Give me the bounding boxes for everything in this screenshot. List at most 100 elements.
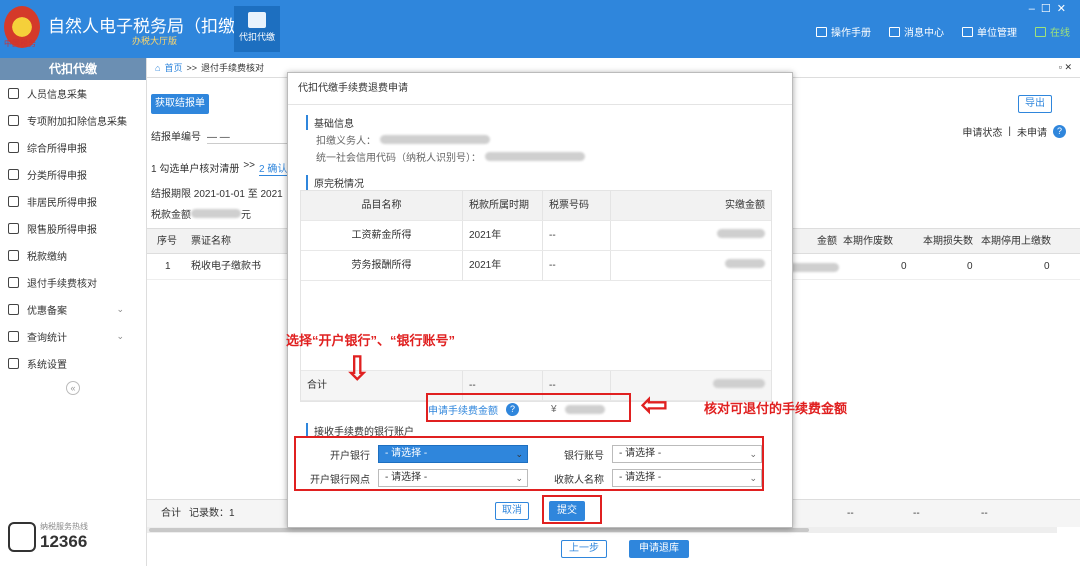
sidebar-item-3[interactable]: 分类所得申报 <box>0 161 146 188</box>
sidebar-item-2[interactable]: 综合所得申报 <box>0 134 146 161</box>
tax-label: 税款金额 <box>151 210 191 221</box>
step-2[interactable]: 2 确认 <box>259 160 288 176</box>
tab-close-icon[interactable]: ▫ ✕ <box>1059 62 1072 73</box>
report-period: 结报期限 2021-01-01 至 2021 <box>151 185 283 200</box>
status-label: 申请状态 <box>962 128 1003 139</box>
chevron-down-icon: ⌄ <box>116 331 124 341</box>
person-outline-icon <box>8 196 19 207</box>
bar-icon <box>8 223 19 234</box>
sidebar-item-label: 人员信息采集 <box>27 90 87 101</box>
dialog-title: 代扣代缴手续费退费申请 <box>288 73 792 105</box>
credit-line: 统一社会信用代码（纳税人识别号）： <box>316 149 585 164</box>
col-amount: 金额 <box>817 236 837 247</box>
messages-link[interactable]: 消息中心 <box>889 24 944 39</box>
cancel-button[interactable]: 取消 <box>495 502 529 520</box>
basic-info-title: 基础信息 <box>306 115 354 130</box>
prev-step-button[interactable]: 上一步 <box>561 540 607 558</box>
window-controls[interactable]: –☐✕ <box>1029 2 1072 15</box>
footer-dash: -- <box>981 508 988 519</box>
sidebar-header: 代扣代缴 <box>0 58 146 80</box>
row-ticket: -- <box>543 251 611 280</box>
monitor-icon <box>1035 26 1046 37</box>
sidebar-item-label: 优惠备案 <box>27 306 67 317</box>
sidebar-item-0[interactable]: 人员信息采集 <box>0 80 146 107</box>
row-name: 税收电子缴款书 <box>191 261 261 272</box>
manual-link[interactable]: 操作手册 <box>816 24 871 39</box>
tax-info-title: 原完税情况 <box>306 175 364 190</box>
sidebar-item-9[interactable]: 查询统计 ⌄ <box>0 323 146 350</box>
list-icon <box>8 115 19 126</box>
hotline-number: 12366 <box>40 532 88 551</box>
wallet-icon <box>248 12 266 28</box>
col-loss: 本期损失数 <box>923 236 973 247</box>
col-paid: 实缴金额 <box>725 200 765 211</box>
sidebar-item-1[interactable]: 专项附加扣除信息采集 <box>0 107 146 134</box>
sidebar-item-label: 综合所得申报 <box>27 144 87 155</box>
sidebar: 代扣代缴 人员信息采集专项附加扣除信息采集 综合所得申报分类所得申报 非居民所得申报… <box>0 58 147 566</box>
collapse-icon[interactable]: « <box>66 381 80 395</box>
row-no: 1 <box>165 261 171 272</box>
scrollbar-thumb[interactable] <box>149 528 809 532</box>
tax-table-header: 品目名称 税款所属时期 税票号码 实缴金额 <box>301 191 771 221</box>
col-item: 品目名称 <box>301 191 463 220</box>
apply-refund-button[interactable]: 申请退库 <box>629 540 689 558</box>
home-icon[interactable]: ⌂ <box>155 63 160 73</box>
mail-icon <box>889 26 900 37</box>
period-from: 2021-01-01 <box>193 189 245 200</box>
clock-icon <box>8 169 19 180</box>
online-status[interactable]: 在线 <box>1035 24 1070 39</box>
row-ticket: -- <box>543 221 611 250</box>
sidebar-item-5[interactable]: 限售股所得申报 <box>0 215 146 242</box>
unit-link[interactable]: 单位管理 <box>962 24 1017 39</box>
redacted-amount <box>191 209 241 218</box>
period-label: 结报期限 <box>151 189 191 200</box>
row-loss: 0 <box>967 261 973 272</box>
col-stop: 本期停用上缴数 <box>981 236 1051 247</box>
step-sep: >> <box>243 160 256 171</box>
highlight-apply-amount <box>426 393 631 422</box>
col-ticket: 税票号码 <box>543 191 611 220</box>
status-sep: | <box>1008 126 1011 137</box>
sidebar-item-8[interactable]: 优惠备案 ⌄ <box>0 296 146 323</box>
redacted-agent <box>380 135 490 144</box>
building-icon <box>962 26 973 37</box>
book-icon <box>816 26 827 37</box>
breadcrumb-current: 退付手续费核对 <box>200 63 264 73</box>
sidebar-item-7[interactable]: 退付手续费核对 <box>0 269 146 296</box>
hotline-label: 纳税服务热线 <box>40 522 88 531</box>
sidebar-item-label: 税款缴纳 <box>27 252 67 263</box>
doc-icon <box>8 277 19 288</box>
phone-icon <box>8 521 36 552</box>
redacted-amount <box>725 259 765 268</box>
module-label: 代扣代缴 <box>238 32 275 42</box>
module-withholding[interactable]: 代扣代缴 <box>234 6 280 52</box>
footer-total: 合计 <box>161 508 181 519</box>
agent-line: 扣缴义务人： <box>316 132 490 147</box>
step-1[interactable]: 1 勾选单户核对清册 <box>151 160 239 176</box>
annotation-check-fee: 核对可退付的手续费金额 <box>704 401 848 416</box>
redacted-credit-code <box>485 152 585 161</box>
sidebar-item-label: 专项附加扣除信息采集 <box>27 117 127 128</box>
footer-count: 记录数：1 <box>189 508 235 519</box>
help-icon[interactable]: ? <box>1053 125 1066 138</box>
sidebar-item-label: 查询统计 <box>27 333 67 344</box>
status-value: 未申请 <box>1017 128 1047 139</box>
file-icon <box>8 304 19 315</box>
arrow-down-icon: ⇩ <box>343 350 372 388</box>
get-bill-button[interactable]: 获取结报单 <box>151 94 209 114</box>
period-to-sep: 至 <box>247 189 258 200</box>
export-button[interactable]: 导出 <box>1018 95 1052 113</box>
bill-number: 结报单编号 — — <box>151 128 297 144</box>
sidebar-item-label: 限售股所得申报 <box>27 225 97 236</box>
tax-amount: 税款金额 元 <box>151 206 251 221</box>
agent-label: 扣缴义务人： <box>316 136 376 147</box>
breadcrumb-home[interactable]: 首页 <box>164 61 182 74</box>
breadcrumb-sep: >> <box>186 62 197 73</box>
col-void: 本期作废数 <box>843 236 893 247</box>
sidebar-item-4[interactable]: 非居民所得申报 <box>0 188 146 215</box>
manual-label: 操作手册 <box>831 28 871 39</box>
sidebar-item-6[interactable]: 税款缴纳 <box>0 242 146 269</box>
footer-dash: -- <box>847 508 854 519</box>
sidebar-item-10[interactable]: 系统设置 <box>0 350 146 377</box>
gear-icon <box>8 358 19 369</box>
